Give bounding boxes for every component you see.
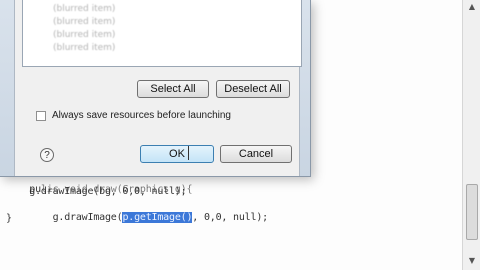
code-after-selection: , 0,0, null); — [192, 212, 268, 223]
code-line-draw-bg: g.drawImage(bg, 0,0, null); — [6, 186, 187, 197]
code-line-draw-image: g.drawImage(p.getImage(), 0,0, null); — [6, 201, 268, 234]
scroll-down-arrow-icon[interactable]: ▼ — [467, 256, 477, 266]
list-item[interactable]: (blurred item) — [53, 4, 115, 14]
list-item[interactable]: (blurred item) — [53, 43, 115, 53]
save-resources-dialog: (blurred item) (blurred item) (blurred i… — [0, 0, 311, 177]
resource-list[interactable]: (blurred item) (blurred item) (blurred i… — [22, 0, 302, 67]
scroll-up-arrow-icon[interactable]: ▲ — [467, 2, 477, 12]
deselect-all-button[interactable]: Deselect All — [216, 80, 290, 98]
always-save-checkbox[interactable] — [36, 111, 46, 121]
list-item[interactable]: (blurred item) — [53, 17, 115, 27]
scroll-thumb[interactable] — [466, 184, 478, 240]
code-line-closing-brace-2: } — [6, 213, 12, 224]
code-before-selection: g.drawImage( — [29, 212, 123, 223]
select-all-button[interactable]: Select All — [137, 80, 209, 98]
text-cursor-icon — [188, 146, 189, 160]
always-save-label: Always save resources before launching — [52, 110, 231, 121]
list-item[interactable]: (blurred item) — [53, 30, 115, 40]
help-icon[interactable]: ? — [40, 148, 54, 162]
vertical-scrollbar[interactable]: ▲ ▼ — [462, 0, 480, 270]
selected-code-text[interactable]: p.getImage() — [122, 212, 192, 223]
cancel-button[interactable]: Cancel — [220, 145, 292, 163]
ok-button[interactable]: OK — [140, 145, 214, 163]
